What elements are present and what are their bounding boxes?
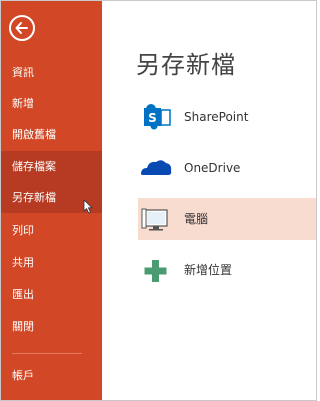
location-add-place[interactable]: 新增位置 bbox=[138, 249, 316, 291]
computer-icon bbox=[138, 198, 174, 240]
backstage-window: 資訊 新增 開啟舊檔 儲存檔案 另存新檔 列印 共用 匯出 關閉 帳戶 另存新檔… bbox=[0, 0, 317, 401]
onedrive-icon bbox=[138, 147, 174, 189]
backstage-sidebar: 資訊 新增 開啟舊檔 儲存檔案 另存新檔 列印 共用 匯出 關閉 帳戶 bbox=[1, 1, 102, 400]
nav-save[interactable]: 儲存檔案 bbox=[1, 151, 102, 182]
page-title: 另存新檔 bbox=[136, 51, 236, 79]
location-onedrive[interactable]: OneDrive bbox=[138, 147, 316, 189]
location-label: OneDrive bbox=[184, 161, 241, 175]
nav-close[interactable]: 關閉 bbox=[1, 311, 102, 342]
svg-text:S: S bbox=[148, 111, 157, 125]
location-label: 電腦 bbox=[184, 212, 209, 226]
sharepoint-icon: S bbox=[138, 96, 174, 138]
nav-export[interactable]: 匯出 bbox=[1, 279, 102, 310]
nav-divider bbox=[12, 353, 82, 354]
nav-share[interactable]: 共用 bbox=[1, 247, 102, 278]
nav-account[interactable]: 帳戶 bbox=[1, 360, 102, 391]
nav-new[interactable]: 新增 bbox=[1, 88, 102, 119]
mouse-cursor-icon bbox=[83, 199, 93, 214]
add-place-icon bbox=[138, 249, 174, 291]
nav-info[interactable]: 資訊 bbox=[1, 57, 102, 88]
nav-open[interactable]: 開啟舊檔 bbox=[1, 119, 102, 150]
location-sharepoint[interactable]: S SharePoint bbox=[138, 96, 316, 138]
nav-print[interactable]: 列印 bbox=[1, 215, 102, 246]
location-label: 新增位置 bbox=[184, 263, 233, 277]
back-arrow-icon bbox=[15, 22, 28, 34]
location-label: SharePoint bbox=[184, 110, 249, 124]
save-as-panel: 另存新檔 S SharePoint OneDrive 電腦 新增位置 bbox=[102, 1, 316, 400]
location-computer[interactable]: 電腦 bbox=[138, 198, 316, 240]
back-button[interactable] bbox=[9, 15, 35, 41]
